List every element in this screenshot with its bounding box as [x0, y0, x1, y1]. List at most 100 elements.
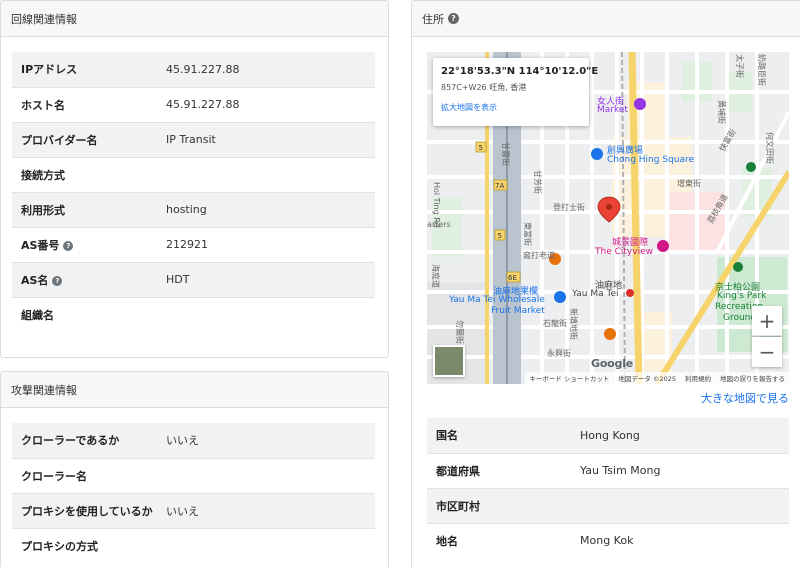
address-title: 住所 — [422, 12, 444, 26]
row-value — [166, 156, 375, 192]
row-key-label: プロバイダー名 — [21, 133, 98, 147]
row-value: Mong Kok — [580, 522, 789, 558]
map-label-tai-zi: 太子街 — [735, 54, 744, 78]
larger-map-link[interactable]: 大きな地図で見る — [701, 390, 789, 406]
table-row: クローラーであるか いいえ — [12, 423, 375, 458]
row-value: いいえ — [166, 423, 375, 458]
table-row: クローラー名 — [12, 457, 375, 493]
table-row: プロバイダー名 IP Transit — [12, 121, 375, 157]
table-row: プロキシを使用しているか いいえ — [12, 492, 375, 528]
row-key: プロバイダー名 — [12, 121, 166, 157]
row-key: 都道府県 — [427, 452, 580, 488]
row-key: プロキシの方式 — [12, 527, 166, 563]
row-key: 地名 — [427, 522, 580, 558]
table-row: IPアドレス 45.91.227.88 — [12, 52, 375, 87]
row-key: 組織名 — [12, 296, 166, 332]
map-label-hai-tong: 海庭道 — [431, 264, 440, 288]
map-label-kings-park-en1: King's Park — [717, 291, 767, 301]
attrib-terms[interactable]: 利用規約 — [685, 373, 711, 383]
map-label-shi-long: 石龍街 — [543, 319, 567, 328]
route-shield-5: 5 — [479, 144, 483, 152]
row-key: プロキシを使用しているか — [12, 492, 166, 528]
map-label-zeng-dong: 增東街 — [677, 179, 701, 188]
map-label-nai-lu: 奶路臣街 — [757, 54, 766, 86]
row-key-label: 都道府県 — [436, 464, 480, 478]
row-value: 212921 — [166, 226, 375, 262]
map-plus-code: 857C+W26 旺角, 香港 — [441, 83, 527, 92]
zoom-out-button[interactable]: − — [752, 337, 782, 367]
table-row: AS番号? 212921 — [12, 226, 375, 262]
row-key-label: ホスト名 — [21, 98, 65, 112]
row-value — [166, 527, 375, 563]
attack-info-card: 攻撃関連情報 クローラーであるか いいえ クローラー名 プロキシを使用しているか いいえ… — [0, 371, 389, 567]
row-value — [580, 487, 789, 523]
table-row: 都道府県 Yau Tsim Mong — [427, 452, 789, 488]
map-label-ladies-market-en: Market — [597, 105, 628, 115]
help-icon[interactable]: ? — [63, 240, 74, 251]
row-key-label: プロキシを使用しているか — [21, 504, 153, 518]
attrib-shortcuts[interactable]: キーボード ショートカット — [529, 373, 609, 383]
table-row: 国名 Hong Kong — [427, 418, 789, 453]
attack-info-title: 攻撃関連情報 — [11, 383, 77, 397]
map-label-dang-da-shi: 登打士街 — [553, 203, 585, 212]
map-label-arters: arters — [427, 220, 451, 229]
row-key-label: 組織名 — [21, 308, 54, 322]
map-label-yau-ma-tei-en: Yau Ma Tei — [572, 289, 619, 299]
row-key-label: 接続方式 — [21, 168, 65, 182]
map-label-fruit-market-en2: Fruit Market — [491, 306, 545, 316]
help-icon[interactable]: ? — [448, 13, 459, 24]
line-info-title: 回線関連情報 — [11, 12, 77, 26]
row-value: HDT — [166, 261, 375, 297]
row-key-label: 国名 — [436, 429, 458, 443]
row-key-label: プロキシの方式 — [21, 539, 98, 553]
row-value: IP Transit — [166, 121, 375, 157]
row-key-label: AS番号 — [21, 238, 60, 252]
address-header: 住所 ? — [412, 1, 800, 37]
table-row: 組織名 — [12, 296, 375, 332]
table-row: AS名? HDT — [12, 261, 375, 297]
help-icon[interactable]: ? — [52, 275, 63, 286]
row-key: 利用形式 — [12, 191, 166, 227]
google-logo: Google — [591, 357, 634, 370]
map-label-chong-hing-en: Chong Hing Square — [607, 155, 695, 165]
map-coords: 22°18'53.3"N 114°10'12.0"E — [441, 66, 599, 77]
satellite-toggle[interactable] — [433, 345, 465, 377]
map-label-yao-gu: 窩打老道 — [523, 251, 555, 260]
map-label-he-wen: 何文田街 — [765, 132, 774, 164]
address-table: 国名 Hong Kong 都道府県 Yau Tsim Mong 市区町村地名 Mong K… — [427, 418, 789, 558]
row-key-label: 利用形式 — [21, 203, 65, 217]
row-value: hosting — [166, 191, 375, 227]
table-row: 地名 Mong Kok — [427, 522, 789, 558]
row-key: AS名? — [12, 261, 166, 297]
row-value: 45.91.227.88 — [166, 52, 375, 87]
row-key: 国名 — [427, 418, 580, 453]
map-label-gan-fang: 甘芳街 — [533, 170, 542, 194]
map-label-wu-lan: 勿蘭街 — [455, 320, 464, 344]
row-key-label: 市区町村 — [436, 499, 480, 513]
table-row: 市区町村 — [427, 487, 789, 523]
zoom-in-button[interactable]: + — [752, 306, 782, 336]
map-attribution: キーボード ショートカット 地図データ ©2025 利用規約 地図の誤りを報告す… — [525, 372, 789, 384]
attack-info-header: 攻撃関連情報 — [1, 372, 388, 408]
row-key: クローラー名 — [12, 457, 166, 493]
row-key: AS番号? — [12, 226, 166, 262]
line-info-card: 回線関連情報 IPアドレス 45.91.227.88 ホスト名 45.91.227.8… — [0, 0, 389, 358]
attrib-map-data: 地図データ ©2025 — [618, 375, 676, 383]
map-expand-link[interactable]: 拡大地図を表示 — [441, 102, 581, 113]
map-label-xin-tian: 新填地街 — [569, 308, 578, 340]
row-value: Yau Tsim Mong — [580, 452, 789, 488]
row-value — [166, 457, 375, 493]
map-label-fruit-market-en1: Yau Ma Tei Wholesale — [449, 295, 545, 305]
table-row: 接続方式 — [12, 156, 375, 192]
map-label-gan-su: 甘肅街 — [501, 142, 510, 166]
row-key: 接続方式 — [12, 156, 166, 192]
map-view[interactable]: 5 7A 5 6E 女人街 Market 創興廣場 Chong Hing Squ… — [427, 52, 789, 384]
route-shield-6e: 6E — [508, 274, 517, 282]
row-key: ホスト名 — [12, 86, 166, 122]
table-row: ホスト名 45.91.227.88 — [12, 86, 375, 122]
map-label-quan-sheng: 黃埔街 — [717, 100, 726, 124]
attrib-report[interactable]: 地図の誤りを報告する — [720, 373, 785, 383]
row-value: 45.91.227.88 — [166, 86, 375, 122]
row-key-label: クローラー名 — [21, 469, 87, 483]
row-key-label: IPアドレス — [21, 63, 78, 77]
